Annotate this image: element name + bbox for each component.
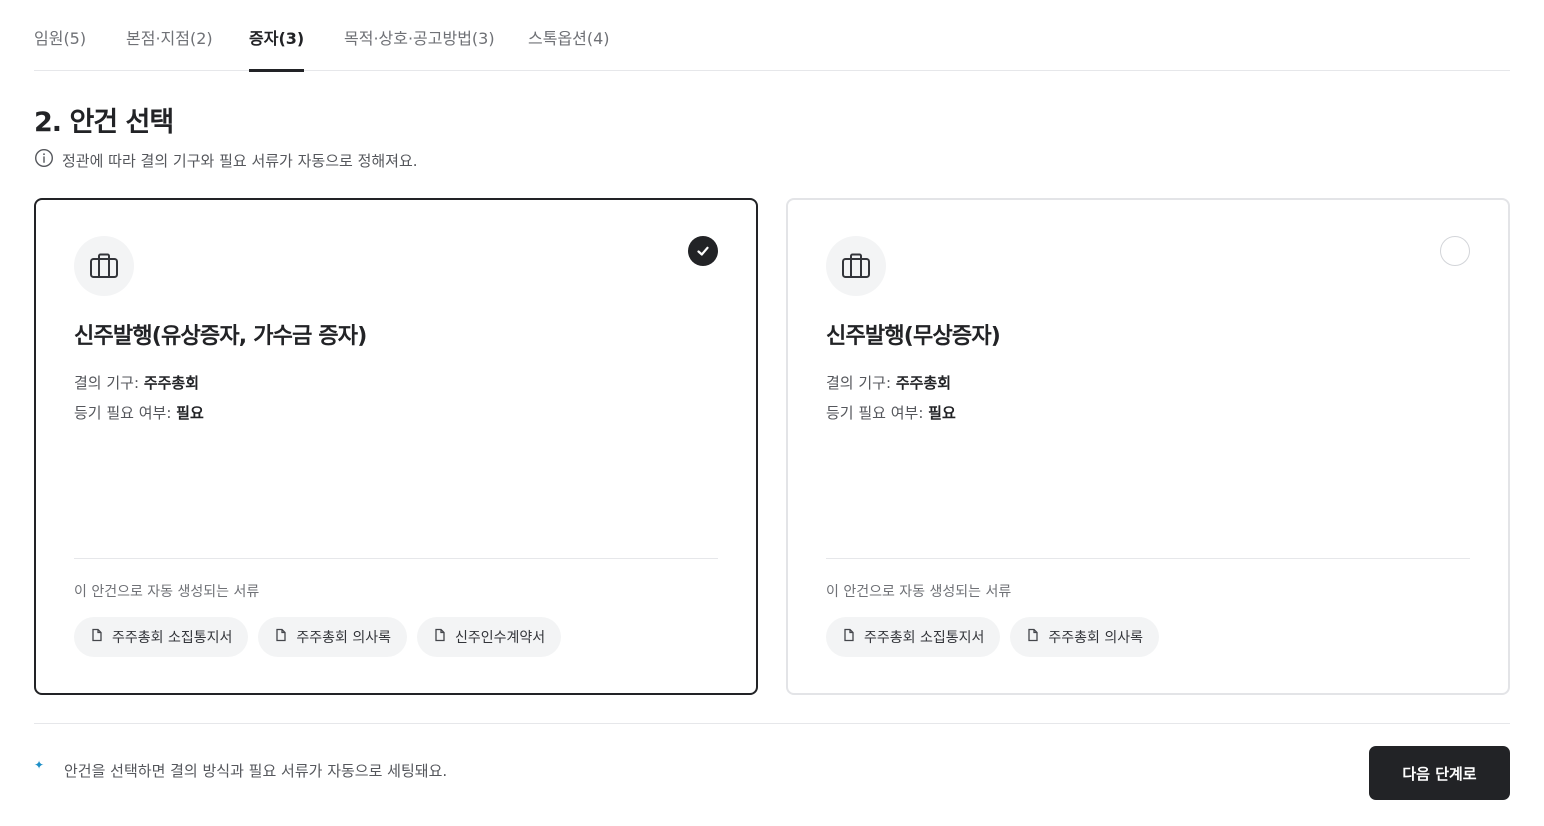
doc-chip: 신주인수계약서 [417,617,562,657]
document-icon [842,628,856,646]
agenda-card-free-increase[interactable]: 신주발행(무상증자) 결의 기구: 주주총회 등기 필요 여부: 필요 이 안건… [786,198,1510,695]
agenda-card-paid-increase[interactable]: 신주발행(유상증자, 가수금 증자) 결의 기구: 주주총회 등기 필요 여부:… [34,198,758,695]
doc-chip-list: 주주총회 소집통지서 주주총회 의사록 [826,617,1159,657]
card-divider [74,558,718,559]
document-icon [433,628,447,646]
info-row: 정관에 따라 결의 기구와 필요 서류가 자동으로 정해져요. [34,148,418,172]
docs-label: 이 안건으로 자동 생성되는 서류 [826,584,1012,600]
section-title: 2. 안건 선택 [34,107,174,138]
briefcase-icon [74,236,134,296]
document-icon [1026,628,1040,646]
footer-note: ✦ 안건을 선택하면 결의 방식과 필요 서류가 자동으로 세팅돼요. [34,757,448,781]
tab-officers[interactable]: 임원(5) [34,25,86,71]
registration-required: 등기 필요 여부: 필요 [826,404,956,422]
doc-chip-list: 주주총회 소집통지서 주주총회 의사록 신주인수계약서 [74,617,562,657]
card-title: 신주발행(유상증자, 가수금 증자) [74,324,367,349]
briefcase-icon [826,236,886,296]
registration-required: 등기 필요 여부: 필요 [74,404,204,422]
docs-label: 이 안건으로 자동 생성되는 서류 [74,584,260,600]
doc-chip: 주주총회 소집통지서 [826,617,1001,657]
selected-check-icon[interactable] [688,236,718,266]
document-icon [90,628,104,646]
info-icon [34,148,54,172]
next-step-button[interactable]: 다음 단계로 [1369,746,1510,800]
document-icon [274,628,288,646]
tab-bar: 임원(5) 본점·지점(2) 증자(3) 목적·상호·공고방법(3) 스톡옵션(… [34,0,1510,72]
doc-chip: 주주총회 의사록 [258,617,407,657]
tab-purpose-name-notice[interactable]: 목적·상호·공고방법(3) [344,25,495,71]
info-text: 정관에 따라 결의 기구와 필요 서류가 자동으로 정해져요. [62,151,418,170]
sparkle-icon: ✦ [34,757,45,772]
tab-capital-increase[interactable]: 증자(3) [249,25,305,72]
card-divider [826,558,1470,559]
resolution-body: 결의 기구: 주주총회 [74,374,200,392]
card-title: 신주발행(무상증자) [826,324,1001,349]
doc-chip: 주주총회 의사록 [1010,617,1159,657]
doc-chip: 주주총회 소집통지서 [74,617,249,657]
tab-branches[interactable]: 본점·지점(2) [126,25,213,71]
radio-circle-icon[interactable] [1440,236,1470,266]
tab-stock-options[interactable]: 스톡옵션(4) [528,25,610,71]
footer-divider [34,723,1510,724]
resolution-body: 결의 기구: 주주총회 [826,374,952,392]
